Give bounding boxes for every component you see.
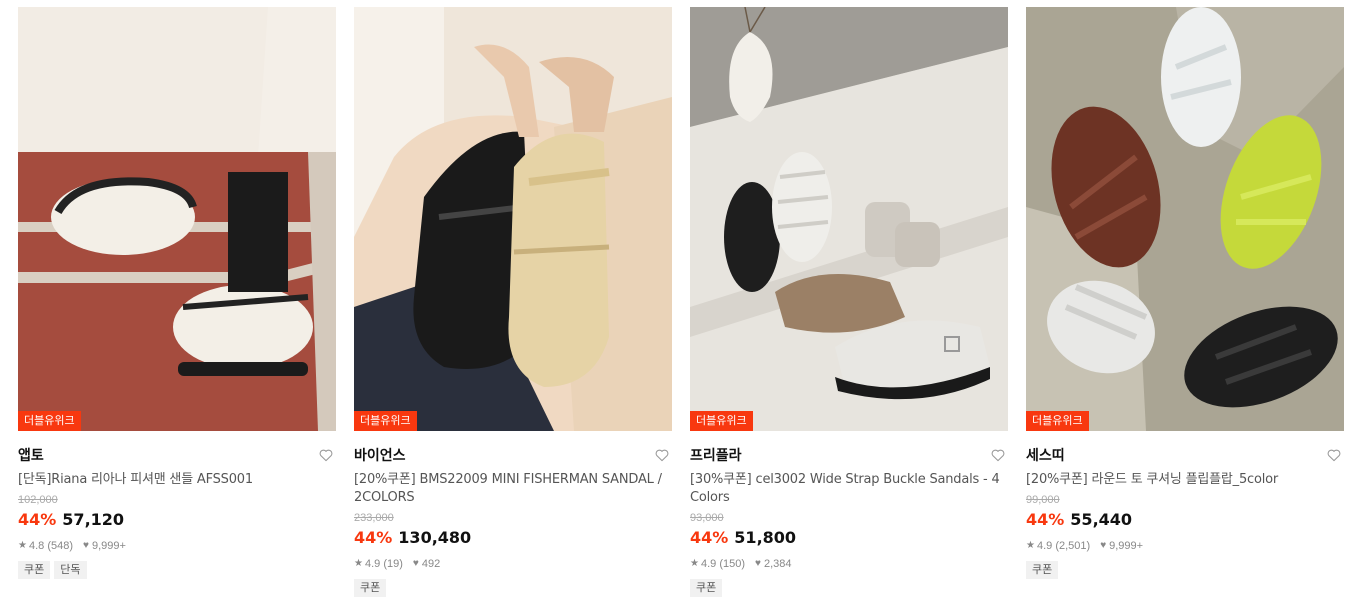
brand-row: 프리플라 [690, 447, 1008, 465]
review-count: (19) [383, 558, 403, 570]
tag-coupon: 쿠폰 [18, 561, 51, 579]
product-image[interactable]: 더블유위크 [354, 7, 672, 431]
promo-badge: 더블유위크 [354, 411, 417, 431]
star-icon: ★ [18, 540, 27, 551]
product-name[interactable]: [단독]Riana 리아나 피셔맨 샌들 AFSS001 [18, 471, 336, 489]
product-photo [354, 7, 672, 431]
like-count: 492 [421, 558, 441, 570]
promo-badge: 더블유위크 [1026, 411, 1089, 431]
original-price: 233,000 [354, 512, 394, 524]
heart-outline-icon[interactable] [318, 447, 334, 463]
brand-row: 바이언스 [354, 447, 672, 465]
heart-outline-icon[interactable] [654, 447, 670, 463]
tag-list: 쿠폰 [354, 579, 672, 597]
tag-list: 쿠폰 단독 [18, 561, 336, 579]
heart-icon: ♥ [412, 558, 419, 569]
promo-badge: 더블유위크 [18, 411, 81, 431]
tag-coupon: 쿠폰 [354, 579, 387, 597]
product-card[interactable]: 더블유위크 세스띠 [20%쿠폰] 라운드 토 쿠셔닝 플립플랍_5color … [1026, 7, 1344, 579]
brand-name[interactable]: 세스띠 [1026, 447, 1344, 465]
review-count: (548) [47, 540, 74, 552]
star-icon: ★ [1026, 540, 1035, 551]
original-price: 102,000 [18, 494, 58, 506]
heart-outline-icon[interactable] [990, 447, 1006, 463]
brand-name[interactable]: 프리플라 [690, 447, 1008, 465]
product-card[interactable]: 더블유위크 바이언스 [20%쿠폰] BMS22009 MINI FISHERM… [354, 7, 672, 597]
tag-exclusive: 단독 [54, 561, 87, 579]
star-icon: ★ [354, 558, 363, 569]
product-card[interactable]: 더블유위크 프리플라 [30%쿠폰] cel3002 Wide Strap Bu… [690, 7, 1008, 597]
product-meta: ★ 4.9 (19) ♥ 492 [354, 555, 672, 573]
brand-name[interactable]: 바이언스 [354, 447, 672, 465]
brand-name[interactable]: 앱토 [18, 447, 336, 465]
price-row: 44% 51,800 [690, 527, 1008, 549]
discount-rate: 44% [354, 528, 393, 547]
heart-icon: ♥ [755, 558, 761, 569]
product-name[interactable]: [30%쿠폰] cel3002 Wide Strap Buckle Sandal… [690, 471, 1008, 507]
price-row: 44% 57,120 [18, 509, 336, 531]
rating-value: 4.9 [364, 558, 381, 570]
product-photo [18, 7, 336, 431]
brand-row: 앱토 [18, 447, 336, 465]
product-image[interactable]: 더블유위크 [18, 7, 336, 431]
discount-rate: 44% [18, 510, 57, 529]
sale-price: 55,440 [1070, 510, 1133, 529]
discount-rate: 44% [1026, 510, 1065, 529]
tag-coupon: 쿠폰 [1026, 561, 1059, 579]
star-icon: ★ [690, 558, 699, 569]
original-price: 93,000 [690, 512, 724, 524]
heart-icon: ♥ [1100, 540, 1107, 551]
price-row: 44% 130,480 [354, 527, 672, 549]
sale-price: 57,120 [62, 510, 125, 529]
product-name[interactable]: [20%쿠폰] 라운드 토 쿠셔닝 플립플랍_5color [1026, 471, 1344, 489]
like-count: 2,384 [763, 558, 792, 570]
product-image[interactable]: 더블유위크 [690, 7, 1008, 431]
rating-value: 4.9 [1036, 540, 1053, 552]
product-image[interactable]: 더블유위크 [1026, 7, 1344, 431]
product-card[interactable]: 더블유위크 앱토 [단독]Riana 리아나 피셔맨 샌들 AFSS001 10… [18, 7, 336, 579]
tag-coupon: 쿠폰 [690, 579, 723, 597]
promo-badge: 더블유위크 [690, 411, 753, 431]
product-photo [690, 7, 1008, 431]
heart-outline-icon[interactable] [1326, 447, 1342, 463]
product-grid: 더블유위크 앱토 [단독]Riana 리아나 피셔맨 샌들 AFSS001 10… [0, 0, 1354, 614]
product-name[interactable]: [20%쿠폰] BMS22009 MINI FISHERMAN SANDAL /… [354, 471, 672, 507]
product-meta: ★ 4.9 (2,501) ♥ 9,999+ [1026, 537, 1344, 555]
price-row: 44% 55,440 [1026, 509, 1344, 531]
like-count: 9,999+ [91, 540, 126, 552]
discount-rate: 44% [690, 528, 729, 547]
brand-row: 세스띠 [1026, 447, 1344, 465]
like-count: 9,999+ [1109, 540, 1144, 552]
product-photo [1026, 7, 1344, 431]
original-price: 99,000 [1026, 494, 1060, 506]
tag-list: 쿠폰 [1026, 561, 1344, 579]
tag-list: 쿠폰 [690, 579, 1008, 597]
rating-value: 4.9 [700, 558, 717, 570]
product-meta: ★ 4.9 (150) ♥ 2,384 [690, 555, 1008, 573]
product-meta: ★ 4.8 (548) ♥ 9,999+ [18, 537, 336, 555]
heart-icon: ♥ [83, 540, 89, 551]
review-count: (2,501) [1055, 540, 1091, 552]
sale-price: 130,480 [398, 528, 472, 547]
rating-value: 4.8 [28, 540, 45, 552]
sale-price: 51,800 [734, 528, 797, 547]
review-count: (150) [719, 558, 746, 570]
